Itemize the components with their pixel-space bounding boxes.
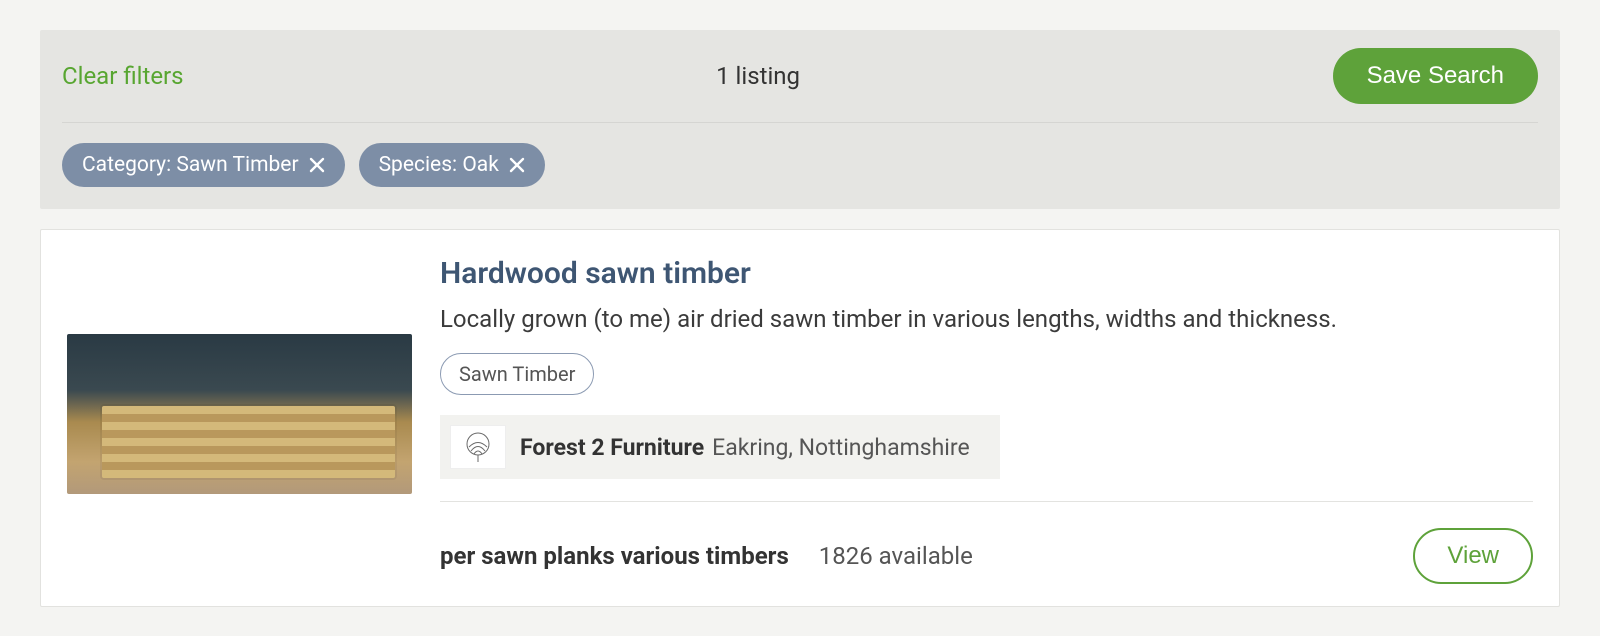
filter-chip-label: Species: Oak: [379, 153, 499, 177]
listing-category-tag[interactable]: Sawn Timber: [440, 353, 594, 395]
filter-chips: Category: Sawn Timber Species: Oak: [62, 123, 1538, 187]
listing-description: Locally grown (to me) air dried sawn tim…: [440, 305, 1533, 333]
listing-title[interactable]: Hardwood sawn timber: [440, 256, 1533, 291]
tree-icon: [450, 425, 506, 469]
filter-bar: Clear filters 1 listing Save Search Cate…: [40, 30, 1560, 209]
filter-top-row: Clear filters 1 listing Save Search: [62, 48, 1538, 123]
availability: 1826 available: [819, 542, 973, 570]
listing-thumbnail[interactable]: [67, 334, 412, 494]
filter-chip-species: Species: Oak: [359, 143, 545, 187]
listing-body: Hardwood sawn timber Locally grown (to m…: [440, 256, 1533, 584]
price-unit: per sawn planks various timbers: [440, 542, 789, 570]
save-search-button[interactable]: Save Search: [1333, 48, 1538, 104]
seller-location: Eakring, Nottinghamshire: [712, 434, 970, 461]
seller-panel[interactable]: Forest 2 Furniture Eakring, Nottinghamsh…: [440, 415, 1000, 479]
clear-filters-link[interactable]: Clear filters: [62, 62, 184, 90]
listing-card: Hardwood sawn timber Locally grown (to m…: [40, 229, 1560, 607]
seller-name: Forest 2 Furniture: [520, 434, 704, 461]
price-line: per sawn planks various timbers 1826 ava…: [440, 542, 973, 570]
view-button[interactable]: View: [1413, 528, 1533, 584]
filter-chip-category: Category: Sawn Timber: [62, 143, 345, 187]
close-icon[interactable]: [509, 157, 525, 173]
close-icon[interactable]: [309, 157, 325, 173]
listing-count: 1 listing: [716, 62, 800, 90]
listing-footer: per sawn planks various timbers 1826 ava…: [440, 502, 1533, 584]
filter-chip-label: Category: Sawn Timber: [82, 153, 299, 177]
